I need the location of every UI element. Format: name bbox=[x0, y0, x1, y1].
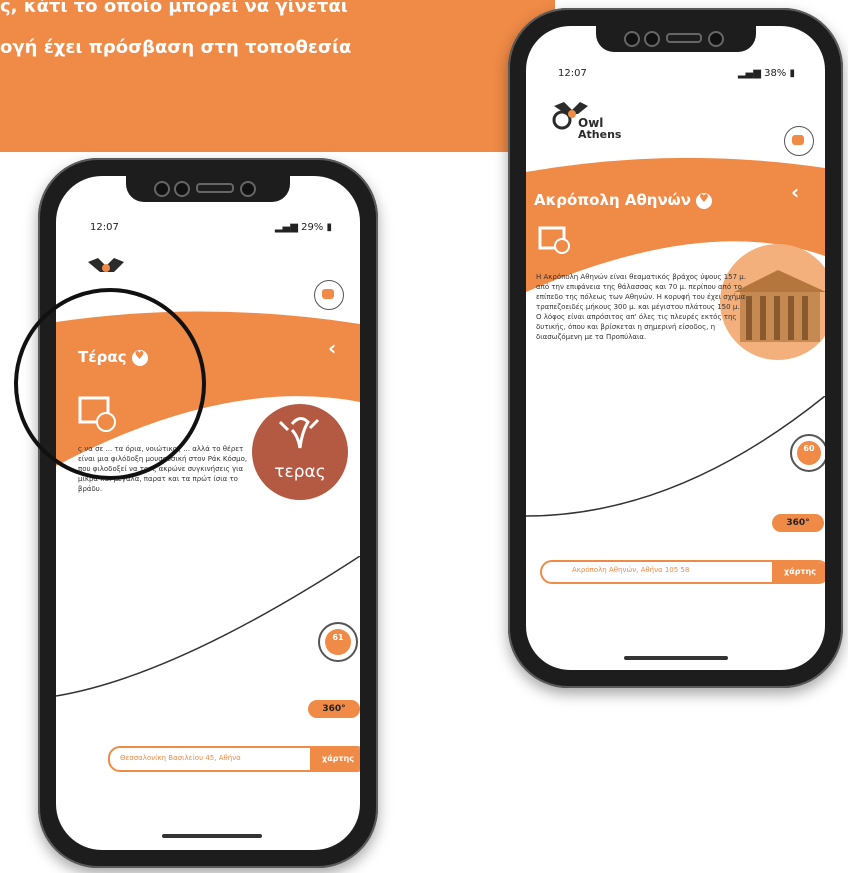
speaker-icon bbox=[196, 183, 234, 193]
art-label: τερας bbox=[274, 462, 326, 482]
status-time: 12:07 bbox=[558, 68, 587, 79]
address-bar: Ακρόπολη Αθηνών, Αθήνα 105 58 χάρτης bbox=[540, 560, 825, 584]
home-indicator[interactable] bbox=[162, 834, 262, 838]
owl-athens-logo: Owl Athens bbox=[548, 100, 628, 144]
360-icon: ° bbox=[805, 518, 810, 528]
camera-icon bbox=[174, 181, 190, 197]
decorative-curve bbox=[56, 556, 360, 697]
logo-line-2: Athens bbox=[578, 128, 622, 141]
back-chevron-icon[interactable]: ‹ bbox=[791, 180, 799, 204]
visitors-badge-button[interactable]: 60 bbox=[790, 434, 825, 472]
battery-icon: ▮ bbox=[786, 68, 795, 79]
battery-percent: 29% bbox=[301, 222, 324, 233]
favorite-heart-icon[interactable] bbox=[695, 192, 712, 209]
address-text: Θεσσαλονίκη Βασιλείου 45, Αθήνα bbox=[120, 754, 241, 762]
speaker-icon bbox=[666, 33, 702, 43]
map-button[interactable]: χάρτης bbox=[772, 562, 825, 582]
notch bbox=[596, 26, 756, 52]
teras-art-image: τερας bbox=[252, 404, 348, 500]
battery-percent: 38% bbox=[764, 68, 787, 79]
status-battery: ▂▄▆ 38% ▮ bbox=[738, 68, 795, 79]
view-360-button[interactable]: 360° bbox=[772, 514, 824, 532]
place-title-text: Ακρόπολη Αθηνών bbox=[534, 191, 691, 209]
camera-icon bbox=[240, 181, 256, 197]
camera-icon bbox=[624, 31, 640, 47]
home-indicator[interactable] bbox=[624, 656, 728, 660]
menu-icon bbox=[792, 135, 804, 145]
address-text: Ακρόπολη Αθηνών, Αθήνα 105 58 bbox=[572, 566, 690, 574]
banner-line-2: ογή έχει πρόσβαση στη τοποθεσία bbox=[0, 37, 352, 58]
map-button[interactable]: χάρτης bbox=[310, 748, 360, 770]
menu-button[interactable] bbox=[784, 126, 814, 156]
signal-icon: ▂▄▆ bbox=[737, 68, 765, 79]
menu-icon bbox=[322, 289, 334, 299]
guide-book-icon[interactable] bbox=[538, 224, 572, 254]
top-banner: ς, κάτι το οποίο μπορεί να γίνεται ογή έ… bbox=[0, 0, 555, 152]
camera-icon bbox=[644, 31, 660, 47]
camera-icon bbox=[154, 181, 170, 197]
battery-icon: ▮ bbox=[323, 222, 332, 233]
back-chevron-icon[interactable]: ‹ bbox=[328, 336, 336, 360]
figure-icon bbox=[278, 417, 320, 449]
left-phone-screen: 12:07 ▂▄▆ 29% ▮ Τέρας ‹ τερας ς να σε ..… bbox=[56, 176, 360, 850]
zoom-highlight-circle bbox=[14, 288, 206, 480]
visitors-count: 60 bbox=[797, 441, 821, 465]
view-360-button[interactable]: 360° bbox=[308, 700, 360, 718]
place-title: Ακρόπολη Αθηνών bbox=[534, 191, 712, 209]
view-360-label: 360 bbox=[322, 704, 342, 714]
signal-icon: ▂▄▆ bbox=[274, 222, 302, 233]
status-battery: ▂▄▆ 29% ▮ bbox=[275, 222, 332, 233]
banner-line-1: ς, κάτι το οποίο μπορεί να γίνεται bbox=[0, 0, 348, 17]
view-360-label: 360 bbox=[786, 518, 806, 528]
place-description: Η Ακρόπολη Αθηνών είναι θεαματικός βράχο… bbox=[536, 273, 746, 341]
notch bbox=[126, 176, 290, 202]
right-phone-screen: 12:07 ▂▄▆ 38% ▮ Owl Athens Ακρόπολη Αθην… bbox=[526, 26, 825, 670]
visitors-badge-button[interactable]: 61 bbox=[318, 622, 358, 662]
camera-icon bbox=[708, 31, 724, 47]
visitors-count: 61 bbox=[325, 629, 351, 655]
360-icon: ° bbox=[341, 704, 346, 714]
status-time: 12:07 bbox=[90, 222, 119, 233]
right-phone: 12:07 ▂▄▆ 38% ▮ Owl Athens Ακρόπολη Αθην… bbox=[508, 8, 843, 688]
left-phone: 12:07 ▂▄▆ 29% ▮ Τέρας ‹ τερας ς να σε ..… bbox=[38, 158, 378, 868]
address-bar: Θεσσαλονίκη Βασιλείου 45, Αθήνα χάρτης bbox=[108, 746, 360, 772]
